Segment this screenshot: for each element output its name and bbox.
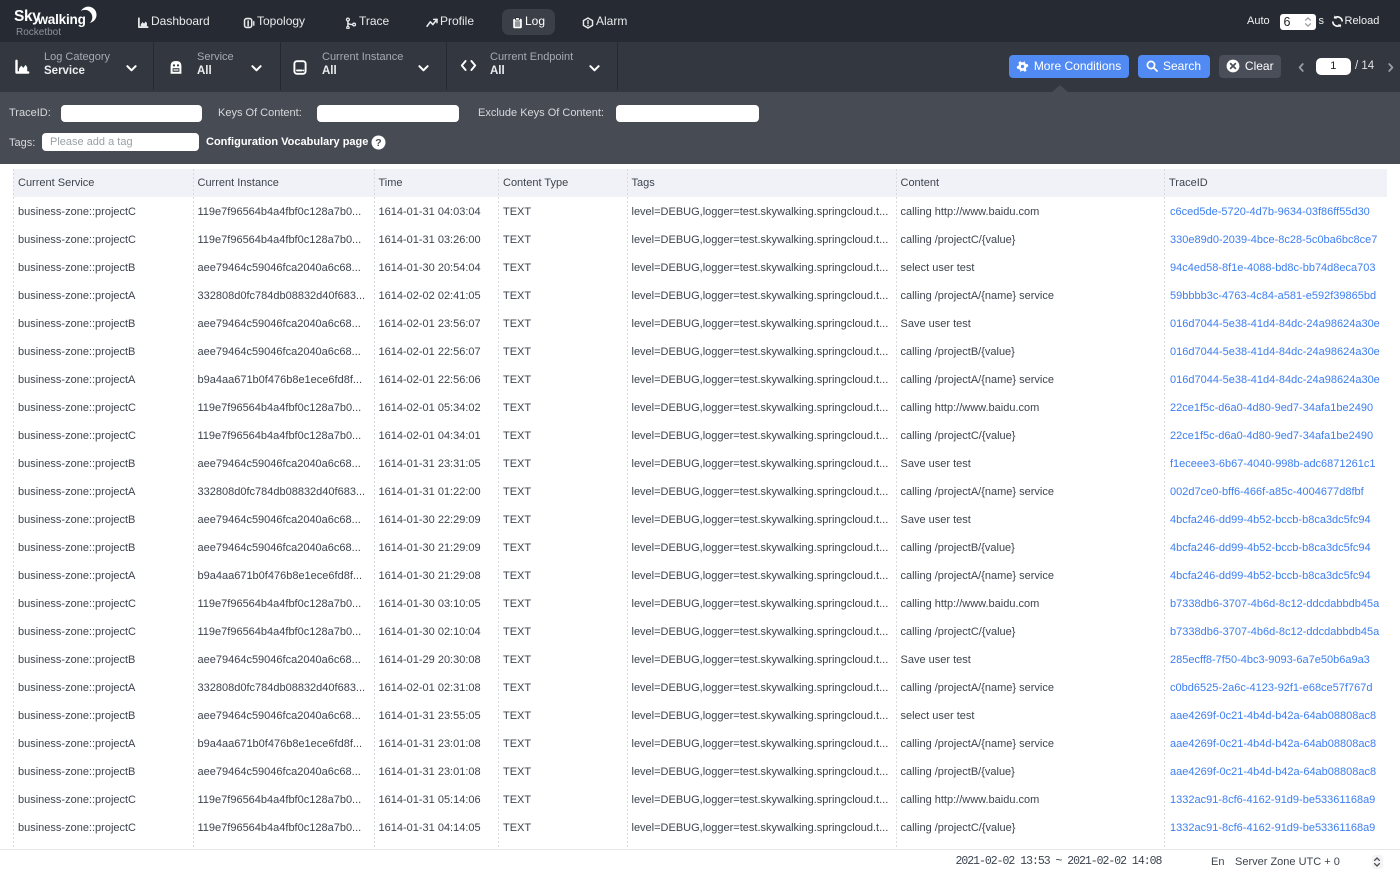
svg-text:?: ? bbox=[375, 137, 381, 149]
